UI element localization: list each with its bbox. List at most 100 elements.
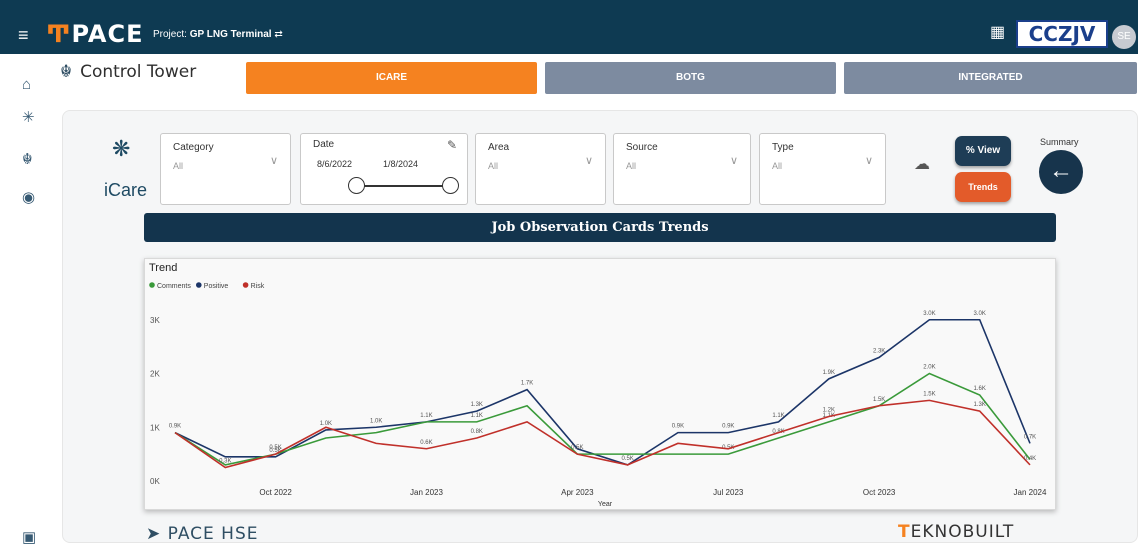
project-name: GP LNG Terminal	[189, 29, 272, 40]
data-label: 1.5K	[873, 397, 885, 403]
series-line-positive	[174, 318, 1031, 466]
legend-item: Comments	[157, 283, 191, 290]
type-filter[interactable]: Type All ∨	[759, 133, 886, 205]
menu-icon[interactable]: ≡	[18, 26, 29, 44]
icare-logo-icon: ❋	[112, 136, 131, 161]
type-value: All	[772, 161, 783, 171]
control-tower-icon: ☬	[60, 62, 73, 82]
page-title: ☬ Control Tower	[60, 62, 197, 82]
trend-chart: Trend Comments Positive Risk 0K 1K 2K 3K Oct 202…	[144, 258, 1056, 510]
data-label: 0.7K	[1024, 434, 1036, 440]
type-label: Type	[772, 142, 794, 153]
legend-marker	[149, 282, 155, 288]
x-tick-label: Jan 2024	[1014, 488, 1047, 497]
series-line-comments	[174, 372, 1031, 466]
data-label: 2.0K	[923, 365, 935, 371]
date-to[interactable]: 1/8/2024	[383, 159, 418, 169]
data-label: 2.3K	[873, 348, 885, 354]
cloud-download-icon[interactable]: ☁	[914, 154, 930, 174]
tab-botg[interactable]: BOTG	[545, 62, 836, 94]
data-label: 0.3K	[219, 459, 231, 465]
data-label: 0.5K	[621, 456, 633, 462]
pencil-icon[interactable]: ✎	[447, 138, 457, 152]
chevron-down-icon: ∨	[584, 155, 593, 167]
date-from[interactable]: 8/6/2022	[317, 159, 352, 169]
category-value: All	[173, 161, 184, 171]
data-label: 1.7K	[521, 381, 533, 387]
project-selector[interactable]: Project: GP LNG Terminal ⇄	[153, 29, 283, 40]
report-title: Job Observation Cards Trends	[144, 213, 1056, 242]
tab-icare[interactable]: ICARE	[246, 62, 537, 94]
y-tick-label: 1K	[150, 423, 160, 432]
project-label: Project:	[153, 29, 187, 40]
teknobuilt-mark: T	[898, 522, 911, 542]
range-end-handle[interactable]	[442, 177, 459, 194]
pace-logo[interactable]: ͲPACE	[46, 20, 144, 48]
y-tick-label: 3K	[150, 316, 160, 325]
area-label: Area	[488, 142, 510, 153]
headset-icon[interactable]: ◉	[22, 188, 35, 206]
chevron-down-icon: ∨	[269, 155, 278, 167]
date-filter[interactable]: Date ✎ 8/6/2022 1/8/2024	[300, 133, 468, 205]
trends-button[interactable]: Trends	[955, 172, 1011, 202]
data-label: 1.0K	[370, 418, 382, 424]
data-label: 1.9K	[823, 370, 835, 376]
x-tick-label: Oct 2022	[259, 488, 292, 497]
data-label: 0.9K	[169, 424, 181, 430]
settings-bottom-icon[interactable]: ▣	[22, 528, 36, 546]
teknobuilt-logo: TEKNOBUILT	[898, 522, 1015, 542]
avatar[interactable]: SE	[1112, 25, 1136, 49]
control-tower-icon[interactable]: ☬	[22, 150, 33, 168]
trend-chart-svg: Trend Comments Positive Risk 0K 1K 2K 3K Oct 202…	[149, 262, 1047, 508]
data-label: 1.1K	[420, 413, 432, 419]
back-arrow-button[interactable]: ←	[1039, 150, 1083, 194]
legend-marker	[196, 282, 202, 288]
range-start-handle[interactable]	[348, 177, 365, 194]
data-label: 0.4K	[1024, 456, 1036, 462]
data-label: 1.0K	[320, 421, 332, 427]
chevron-down-icon: ∨	[729, 155, 738, 167]
swap-icon: ⇄	[274, 29, 283, 40]
legend-marker	[242, 282, 249, 288]
data-label: 1.1K	[471, 413, 483, 419]
x-tick-label: Jan 2023	[410, 488, 443, 497]
apps-grid-icon[interactable]: ▦	[990, 24, 1008, 42]
data-label: 0.9K	[672, 424, 684, 430]
data-label: 0.5K	[571, 445, 583, 451]
summary-label: Summary	[1040, 137, 1079, 147]
legend-item: Risk	[251, 283, 265, 290]
percent-view-button[interactable]: % View	[955, 136, 1011, 166]
area-filter[interactable]: Area All ∨	[475, 133, 606, 205]
icare-brand-text: iCare	[104, 180, 148, 200]
home-icon[interactable]: ⌂	[22, 76, 31, 93]
date-range-track[interactable]	[356, 185, 453, 187]
source-value: All	[626, 161, 637, 171]
data-label: 1.6K	[974, 386, 986, 392]
x-axis-title: Year	[598, 501, 613, 508]
y-tick-label: 2K	[150, 370, 160, 379]
brand-logo: CCZJV	[1016, 20, 1108, 48]
data-label: 1.5K	[923, 391, 935, 397]
x-tick-label: Oct 2023	[863, 488, 896, 497]
category-label: Category	[173, 142, 214, 153]
chart-title: Trend	[149, 262, 177, 274]
data-label: 0.9K	[722, 424, 734, 430]
x-tick-label: Jul 2023	[713, 488, 744, 497]
data-label: 1.3K	[471, 402, 483, 408]
data-label: 3.0K	[923, 311, 935, 317]
data-label: 0.8K	[471, 429, 483, 435]
data-label: 1.1K	[772, 413, 784, 419]
asterisk-icon[interactable]: ✳	[22, 108, 35, 126]
tab-integrated[interactable]: INTEGRATED	[844, 62, 1137, 94]
data-label: 0.6K	[420, 440, 432, 446]
data-label: 0.5K	[269, 445, 281, 451]
chevron-down-icon: ∨	[864, 155, 873, 167]
category-filter[interactable]: Category All ∨	[160, 133, 291, 205]
source-label: Source	[626, 142, 658, 153]
source-filter[interactable]: Source All ∨	[613, 133, 751, 205]
area-value: All	[488, 161, 499, 171]
top-bar: ≡ ͲPACE Project: GP LNG Terminal ⇄ ▦ CCZ…	[0, 0, 1138, 54]
sidebar: ⌂ ✳ ☬ ◉ ▣	[0, 54, 48, 546]
x-tick-label: Apr 2023	[561, 488, 594, 497]
data-label: 3.0K	[974, 311, 986, 317]
